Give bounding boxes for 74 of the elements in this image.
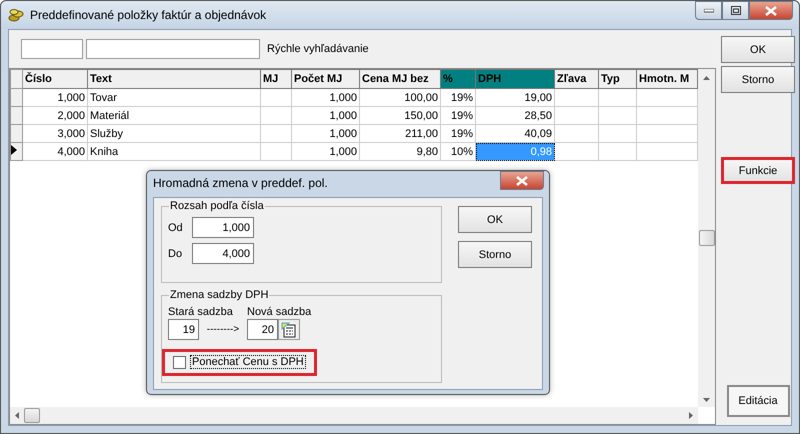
- table-cell: Služby: [88, 124, 260, 142]
- table-cell: 1,000: [292, 142, 360, 160]
- scroll-down-icon[interactable]: [703, 398, 710, 402]
- table-cell: 0,98: [476, 142, 554, 160]
- dialog-title: Hromadná zmena v preddef. pol.: [153, 176, 329, 190]
- side-button[interactable]: Editácia: [726, 385, 790, 417]
- input-field[interactable]: 4,000: [192, 243, 254, 264]
- column-header[interactable]: Hmotn. M: [636, 70, 698, 88]
- minimize-button[interactable]: [695, 1, 722, 20]
- table-cell: 100,00: [360, 88, 440, 106]
- input-field[interactable]: 1,000: [192, 217, 254, 238]
- table-cell: 1,000: [292, 124, 360, 142]
- column-header[interactable]: %: [440, 70, 476, 88]
- close-icon: [765, 6, 777, 16]
- table-cell: 19,00: [476, 88, 554, 106]
- table-cell: 211,00: [360, 124, 440, 142]
- scroll-right-icon[interactable]: [689, 412, 693, 419]
- table-cell: 4,000: [22, 142, 88, 160]
- column-header[interactable]: Zľava: [554, 70, 598, 88]
- scroll-thumb[interactable]: [24, 408, 40, 423]
- table-cell: Tovar: [88, 88, 260, 106]
- table-cell: 150,00: [360, 106, 440, 124]
- search-label: Rýchle vyhľadávanie: [267, 43, 369, 55]
- table-cell: 3,000: [22, 124, 88, 142]
- scroll-up-icon[interactable]: [703, 76, 710, 80]
- group-title: Rozsah podľa čísla: [169, 200, 265, 212]
- close-icon: [516, 176, 528, 186]
- field-label: Nová sadzba: [247, 306, 312, 318]
- maximize-button[interactable]: [722, 1, 749, 20]
- scroll-thumb[interactable]: [698, 230, 714, 246]
- dialog-button[interactable]: OK: [458, 206, 532, 233]
- calculator-button[interactable]: [278, 319, 300, 340]
- search-field[interactable]: [21, 39, 83, 59]
- column-header[interactable]: Typ: [598, 70, 636, 88]
- field-label: Stará sadzba: [168, 306, 234, 318]
- group-title: Zmena sadzby DPH: [169, 289, 270, 301]
- table-cell: 2,000: [22, 106, 88, 124]
- input-field[interactable]: 19: [168, 319, 199, 340]
- dialog-button[interactable]: Storno: [458, 241, 532, 268]
- side-button[interactable]: Storno: [721, 66, 795, 93]
- checkbox[interactable]: [173, 356, 186, 368]
- checkbox-label[interactable]: Ponechať Cenu s DPH: [190, 355, 306, 369]
- window-title: Preddefinované položky faktúr a objednávok: [30, 8, 268, 22]
- table-cell: 1,000: [292, 88, 360, 106]
- restore-icon: [730, 6, 740, 15]
- table-cell: Materiál: [88, 106, 260, 124]
- arrow-text: -------->: [206, 324, 240, 335]
- search-field[interactable]: [86, 39, 260, 59]
- table-cell: 19%: [440, 88, 476, 106]
- table-cell: 19%: [440, 124, 476, 142]
- column-header[interactable]: Počet MJ: [292, 70, 360, 88]
- input-field[interactable]: 20: [247, 319, 278, 340]
- table-cell: 28,50: [476, 106, 554, 124]
- table-cell: 19%: [440, 106, 476, 124]
- column-header[interactable]: DPH: [476, 70, 554, 88]
- table-cell: 1,000: [292, 106, 360, 124]
- column-header[interactable]: MJ: [260, 70, 292, 88]
- column-header[interactable]: Číslo: [22, 70, 88, 88]
- close-button[interactable]: [749, 1, 793, 20]
- side-button[interactable]: OK: [721, 36, 795, 63]
- close-button[interactable]: [500, 171, 544, 190]
- side-button[interactable]: Funkcie: [721, 157, 795, 184]
- horizontal-scrollbar[interactable]: [10, 407, 698, 424]
- vertical-scrollbar[interactable]: [698, 69, 715, 407]
- column-header[interactable]: Cena MJ bez: [360, 70, 440, 88]
- table-cell: Kniha: [88, 142, 260, 160]
- scroll-left-icon[interactable]: [15, 412, 19, 419]
- field-label: Od: [168, 222, 184, 234]
- column-header[interactable]: Text: [88, 70, 260, 88]
- field-label: Do: [168, 248, 184, 260]
- coins-icon: [8, 7, 24, 23]
- table-cell: 9,80: [360, 142, 440, 160]
- minimize-icon: [704, 8, 714, 12]
- table-cell: 1,000: [22, 88, 88, 106]
